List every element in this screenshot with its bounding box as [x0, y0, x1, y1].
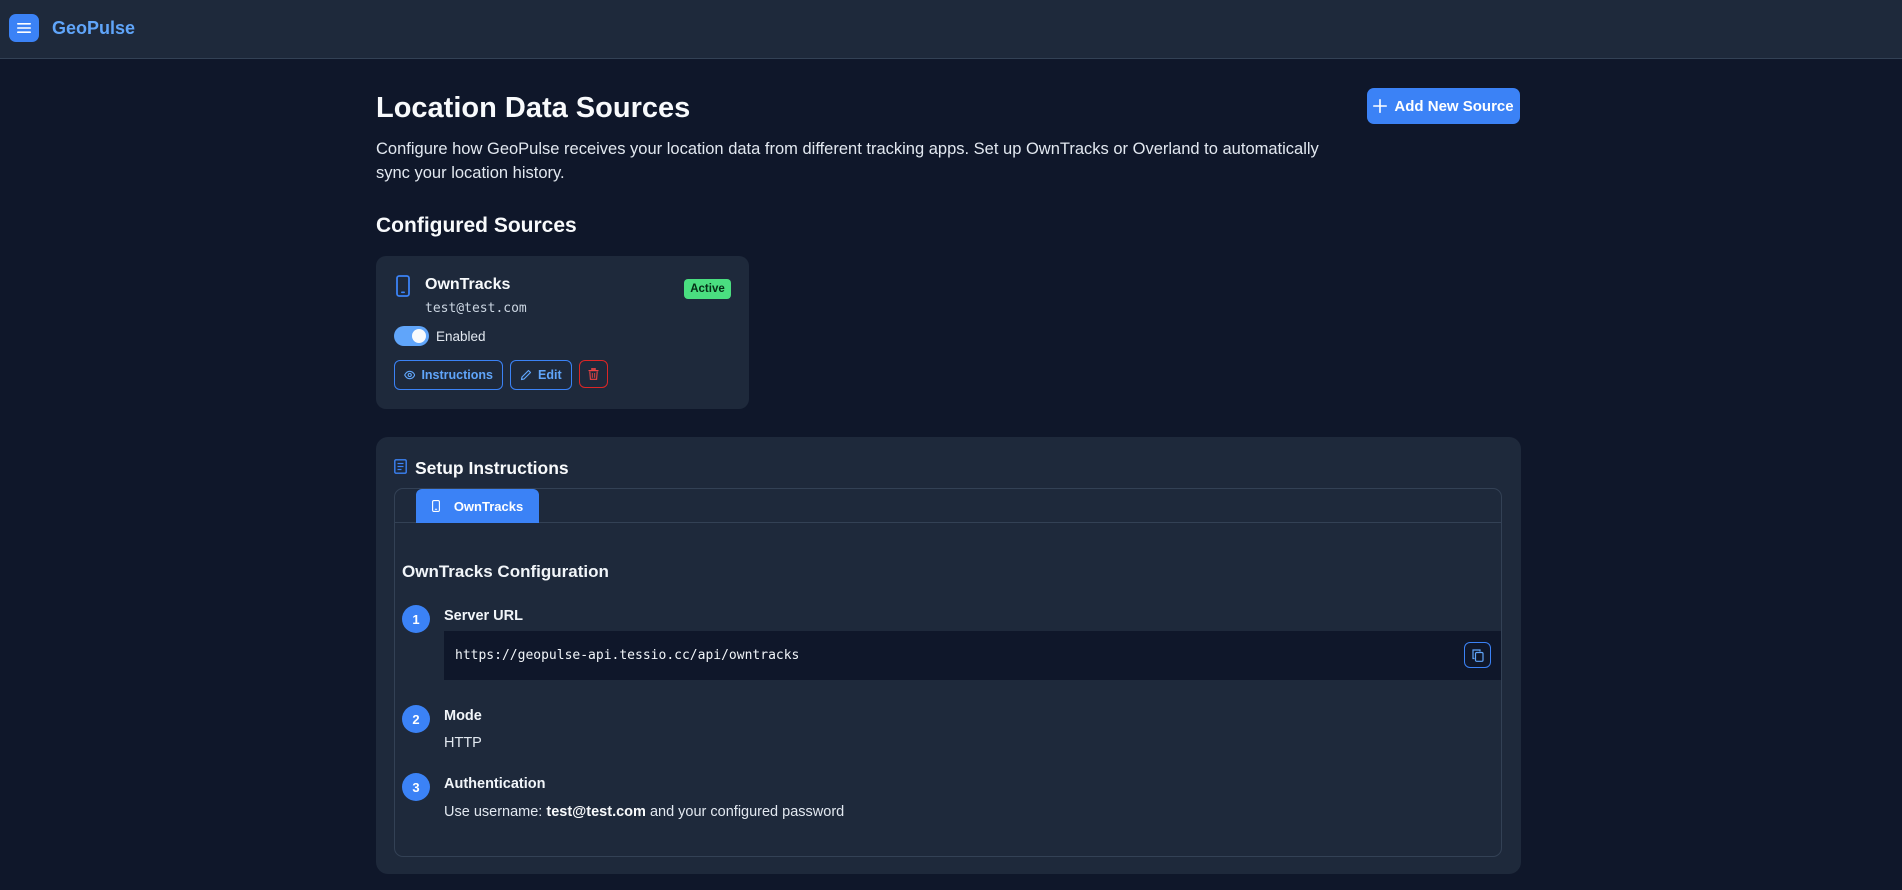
- tab-owntracks-label: OwnTracks: [453, 498, 524, 514]
- page-title: Location Data Sources: [376, 92, 691, 124]
- tab-strip: OwnTracks: [395, 489, 1501, 523]
- source-username: test@test.com: [425, 301, 527, 316]
- setup-instructions-title: Setup Instructions: [415, 458, 569, 478]
- step-number-3: 3: [402, 773, 430, 801]
- plus-icon: [1373, 99, 1388, 113]
- copy-button[interactable]: [1464, 642, 1491, 668]
- brand-logo-text[interactable]: GeoPulse: [52, 18, 135, 39]
- mobile-phone-icon: [431, 500, 440, 512]
- auth-prefix: Use username:: [444, 804, 543, 820]
- step-title-server-url: Server URL: [444, 608, 523, 624]
- enabled-toggle[interactable]: [394, 326, 429, 346]
- toggle-knob: [412, 329, 426, 343]
- configured-sources-title: Configured Sources: [376, 214, 577, 237]
- source-name: OwnTracks: [425, 276, 511, 293]
- step-title-authentication: Authentication: [444, 776, 546, 792]
- mobile-phone-icon: [396, 275, 410, 297]
- page-description: Configure how GeoPulse receives your loc…: [376, 140, 1319, 182]
- copy-icon: [1471, 648, 1484, 662]
- trash-icon: [588, 368, 599, 380]
- instructions-label: Instructions: [421, 368, 493, 382]
- step-number-1: 1: [402, 605, 430, 633]
- book-icon: [394, 459, 407, 474]
- add-new-source-button[interactable]: Add New Source: [1367, 88, 1520, 124]
- menu-toggle-button[interactable]: [9, 14, 39, 42]
- instructions-button[interactable]: Instructions: [394, 360, 503, 390]
- step-title-mode: Mode: [444, 708, 482, 724]
- instructions-tabs: OwnTracks OwnTracks Configuration 1 Serv…: [394, 488, 1502, 857]
- server-url-field[interactable]: https://geopulse-api.tessio.cc/api/owntr…: [444, 631, 1501, 680]
- auth-suffix: and your configured password: [649, 804, 845, 820]
- source-card-owntracks: OwnTracks test@test.com Active Enabled I…: [376, 256, 749, 409]
- authentication-text: Use username: test@test.com and your con…: [444, 804, 844, 820]
- config-title: OwnTracks Configuration: [402, 562, 609, 581]
- server-url-value[interactable]: https://geopulse-api.tessio.cc/api/owntr…: [455, 648, 799, 663]
- mode-value: HTTP: [444, 735, 482, 751]
- pencil-icon: [520, 369, 532, 381]
- edit-label: Edit: [538, 368, 562, 382]
- auth-username: test@test.com: [546, 804, 646, 820]
- eye-icon: [404, 370, 416, 380]
- status-badge: Active: [684, 279, 731, 299]
- step-number-2: 2: [402, 705, 430, 733]
- enabled-toggle-label: Enabled: [436, 329, 486, 344]
- delete-button[interactable]: [579, 360, 608, 388]
- tab-owntracks[interactable]: OwnTracks: [416, 489, 539, 523]
- edit-button[interactable]: Edit: [510, 360, 572, 390]
- setup-instructions-panel: Setup Instructions OwnTracks OwnTracks C…: [376, 437, 1521, 874]
- top-bar: GeoPulse: [0, 0, 1902, 59]
- hamburger-icon: [17, 23, 31, 33]
- add-new-source-label: Add New Source: [1394, 97, 1514, 115]
